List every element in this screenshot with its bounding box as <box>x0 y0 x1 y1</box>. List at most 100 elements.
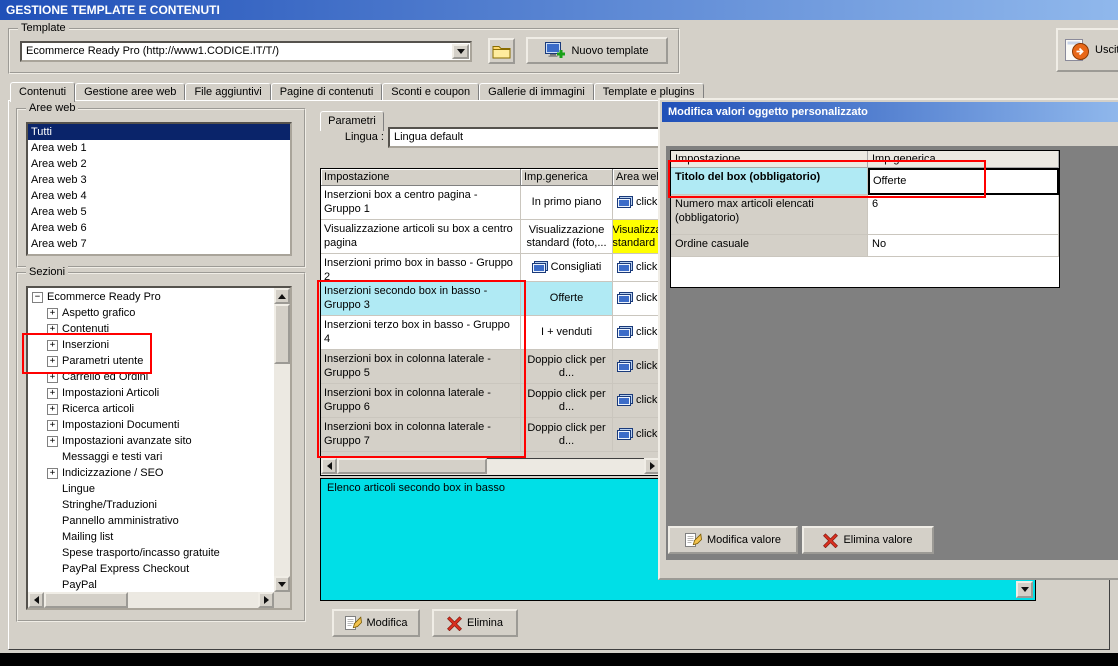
tree-item-label[interactable]: Messaggi e testi vari <box>62 451 162 463</box>
browse-template-button[interactable] <box>488 38 515 64</box>
areaweb-item-area-web-4[interactable]: Area web 4 <box>28 188 290 204</box>
param-areaweb-value[interactable]: click <box>613 418 660 452</box>
param-areaweb-value[interactable]: Visualizza standard <box>613 220 660 254</box>
param-row-inserzioni-primo-box-in-basso-gruppo-2[interactable]: Inserzioni primo box in basso - Gruppo 2… <box>321 254 660 282</box>
modal-row-numero-max-articoli-elencati-obbligatorio[interactable]: Numero max articoli elencati (obbligator… <box>671 195 1059 235</box>
tree-item-label[interactable]: Ecommerce Ready Pro <box>47 291 161 303</box>
tree-item-label[interactable]: Indicizzazione / SEO <box>62 467 164 479</box>
param-row-inserzioni-secondo-box-in-basso-gruppo-3[interactable]: Inserzioni secondo box in basso - Gruppo… <box>321 282 660 316</box>
param-generic-value[interactable]: Doppio click per d... <box>521 418 613 452</box>
tab-parametri[interactable]: Parametri <box>320 111 384 131</box>
exit-button[interactable]: Uscita <box>1056 28 1118 72</box>
param-row-inserzioni-box-in-colonna-laterale-gruppo-7[interactable]: Inserzioni box in colonna laterale - Gru… <box>321 418 660 452</box>
elimina-button[interactable]: Elimina <box>432 609 518 637</box>
tree-item-label[interactable]: Contenuti <box>62 323 109 335</box>
scroll-up-button[interactable] <box>274 288 290 304</box>
tree-item-ricerca-articoli[interactable]: + Ricerca articoli <box>29 401 273 417</box>
areaweb-item-area-web-5[interactable]: Area web 5 <box>28 204 290 220</box>
tree-item-label[interactable]: Stringhe/Traduzioni <box>62 499 157 511</box>
param-areaweb-value[interactable]: click <box>613 316 660 350</box>
tree-item-paypal[interactable]: PayPal <box>29 577 273 591</box>
param-generic-value[interactable]: Offerte <box>521 282 613 316</box>
tree-item-label[interactable]: Ricerca articoli <box>62 403 134 415</box>
modal-param-value-editing[interactable]: Offerte <box>868 168 1059 195</box>
tree-item-aspetto-grafico[interactable]: + Aspetto grafico <box>29 305 273 321</box>
tree-item-pannello-amministrativo[interactable]: Pannello amministrativo <box>29 513 273 529</box>
modal-row-ordine-casuale[interactable]: Ordine casuale No <box>671 235 1059 257</box>
modal-param-value[interactable]: No <box>868 235 1059 257</box>
scroll-right-button[interactable] <box>258 592 274 608</box>
modal-param-value[interactable]: 6 <box>868 195 1059 235</box>
scroll-down-button[interactable] <box>274 576 290 592</box>
tree-horizontal-scrollbar[interactable] <box>28 592 274 608</box>
param-generic-value[interactable]: Doppio click per d... <box>521 350 613 384</box>
tree-item-impostazioni-documenti[interactable]: + Impostazioni Documenti <box>29 417 273 433</box>
areaweb-item-area-web-7[interactable]: Area web 7 <box>28 236 290 252</box>
expand-icon[interactable]: + <box>47 355 58 367</box>
nuovo-template-button[interactable]: Nuovo template <box>526 37 668 64</box>
param-name[interactable]: Inserzioni box in colonna laterale - Gru… <box>321 384 521 418</box>
param-name[interactable]: Inserzioni box in colonna laterale - Gru… <box>321 350 521 384</box>
scroll-left-button[interactable] <box>321 458 337 474</box>
tree-vertical-scrollbar[interactable] <box>274 288 290 592</box>
areaweb-item-tutti[interactable]: Tutti <box>28 124 290 140</box>
param-generic-value[interactable]: Consigliati <box>521 254 613 282</box>
tree-item-impostazioni-avanzate-sito[interactable]: + Impostazioni avanzate sito <box>29 433 273 449</box>
param-generic-value[interactable]: I + venduti <box>521 316 613 350</box>
modal-param-name[interactable]: Titolo del box (obbligatorio) <box>671 168 868 195</box>
vertical-scroll-thumb[interactable] <box>274 304 290 364</box>
tree-item-ecommerce-ready-pro[interactable]: − Ecommerce Ready Pro <box>29 289 273 305</box>
modal-row-titolo-del-box-obbligatorio[interactable]: Titolo del box (obbligatorio) Offerte <box>671 168 1059 195</box>
modal-param-name[interactable]: Ordine casuale <box>671 235 868 257</box>
modifica-valore-button[interactable]: Modifica valore <box>668 526 798 554</box>
tab-contenuti[interactable]: Contenuti <box>10 82 76 102</box>
tree-item-messaggi-e-testi-vari[interactable]: Messaggi e testi vari <box>29 449 273 465</box>
param-name[interactable]: Inserzioni primo box in basso - Gruppo 2 <box>321 254 521 282</box>
areaweb-item-area-web-1[interactable]: Area web 1 <box>28 140 290 156</box>
param-areaweb-value[interactable]: click <box>613 186 660 220</box>
column-header-area-web[interactable]: Area web <box>613 169 660 186</box>
tab-sconti-e-coupon[interactable]: Sconti e coupon <box>382 83 480 100</box>
tree-item-lingue[interactable]: Lingue <box>29 481 273 497</box>
tree-item-label[interactable]: PayPal <box>62 579 97 591</box>
param-areaweb-value[interactable]: click <box>613 384 660 418</box>
elimina-valore-button[interactable]: Elimina valore <box>802 526 934 554</box>
tree-item-label[interactable]: Carrello ed Ordini <box>62 371 148 383</box>
tree-item-label[interactable]: Impostazioni avanzate sito <box>62 435 192 447</box>
areaweb-item-area-web-3[interactable]: Area web 3 <box>28 172 290 188</box>
table-horizontal-scrollbar[interactable] <box>321 458 660 475</box>
tree-item-label[interactable]: Parametri utente <box>62 355 143 367</box>
tree-item-indicizzazione-seo[interactable]: + Indicizzazione / SEO <box>29 465 273 481</box>
template-combobox-arrow[interactable] <box>452 44 469 59</box>
dialog-titlebar[interactable]: Modifica valori oggetto personalizzato <box>662 102 1118 122</box>
tab-gallerie-di-immagini[interactable]: Gallerie di immagini <box>479 83 594 100</box>
param-row-inserzioni-box-in-colonna-laterale-gruppo-5[interactable]: Inserzioni box in colonna laterale - Gru… <box>321 350 660 384</box>
expand-icon[interactable]: + <box>47 467 58 479</box>
param-name[interactable]: Inserzioni box a centro pagina - Gruppo … <box>321 186 521 220</box>
tree-item-impostazioni-articoli[interactable]: + Impostazioni Articoli <box>29 385 273 401</box>
tree-item-label[interactable]: Pannello amministrativo <box>62 515 179 527</box>
description-dropdown-arrow[interactable] <box>1016 581 1033 598</box>
modifica-button[interactable]: Modifica <box>332 609 420 637</box>
expand-icon[interactable]: + <box>47 387 58 399</box>
param-name[interactable]: Inserzioni box in colonna laterale - Gru… <box>321 418 521 452</box>
param-name[interactable]: Inserzioni secondo box in basso - Gruppo… <box>321 282 521 316</box>
param-row-inserzioni-box-a-centro-pagina-gruppo-1[interactable]: Inserzioni box a centro pagina - Gruppo … <box>321 186 660 220</box>
param-row-visualizzazione-articoli-su-box-a-centro-pagina[interactable]: Visualizzazione articoli su box a centro… <box>321 220 660 254</box>
tree-item-stringhe-traduzioni[interactable]: Stringhe/Traduzioni <box>29 497 273 513</box>
expand-icon[interactable]: + <box>47 323 58 335</box>
areaweb-item-area-web-6[interactable]: Area web 6 <box>28 220 290 236</box>
tree-item-parametri-utente[interactable]: + Parametri utente <box>29 353 273 369</box>
expand-icon[interactable]: + <box>47 371 58 383</box>
template-combobox[interactable]: Ecommerce Ready Pro (http://www1.CODICE.… <box>20 41 472 62</box>
tree-item-paypal-express-checkout[interactable]: PayPal Express Checkout <box>29 561 273 577</box>
param-generic-value[interactable]: Doppio click per d... <box>521 384 613 418</box>
param-areaweb-value[interactable]: click <box>613 254 660 282</box>
dialog-column-header-impostazione[interactable]: Impostazione <box>671 151 868 168</box>
tab-file-aggiuntivi[interactable]: File aggiuntivi <box>185 83 271 100</box>
tree-item-label[interactable]: Inserzioni <box>62 339 109 351</box>
param-areaweb-value[interactable]: click <box>613 350 660 384</box>
horizontal-scroll-thumb[interactable] <box>337 458 487 474</box>
tree-item-carrello-ed-ordini[interactable]: + Carrello ed Ordini <box>29 369 273 385</box>
tree-item-label[interactable]: Impostazioni Articoli <box>62 387 159 399</box>
